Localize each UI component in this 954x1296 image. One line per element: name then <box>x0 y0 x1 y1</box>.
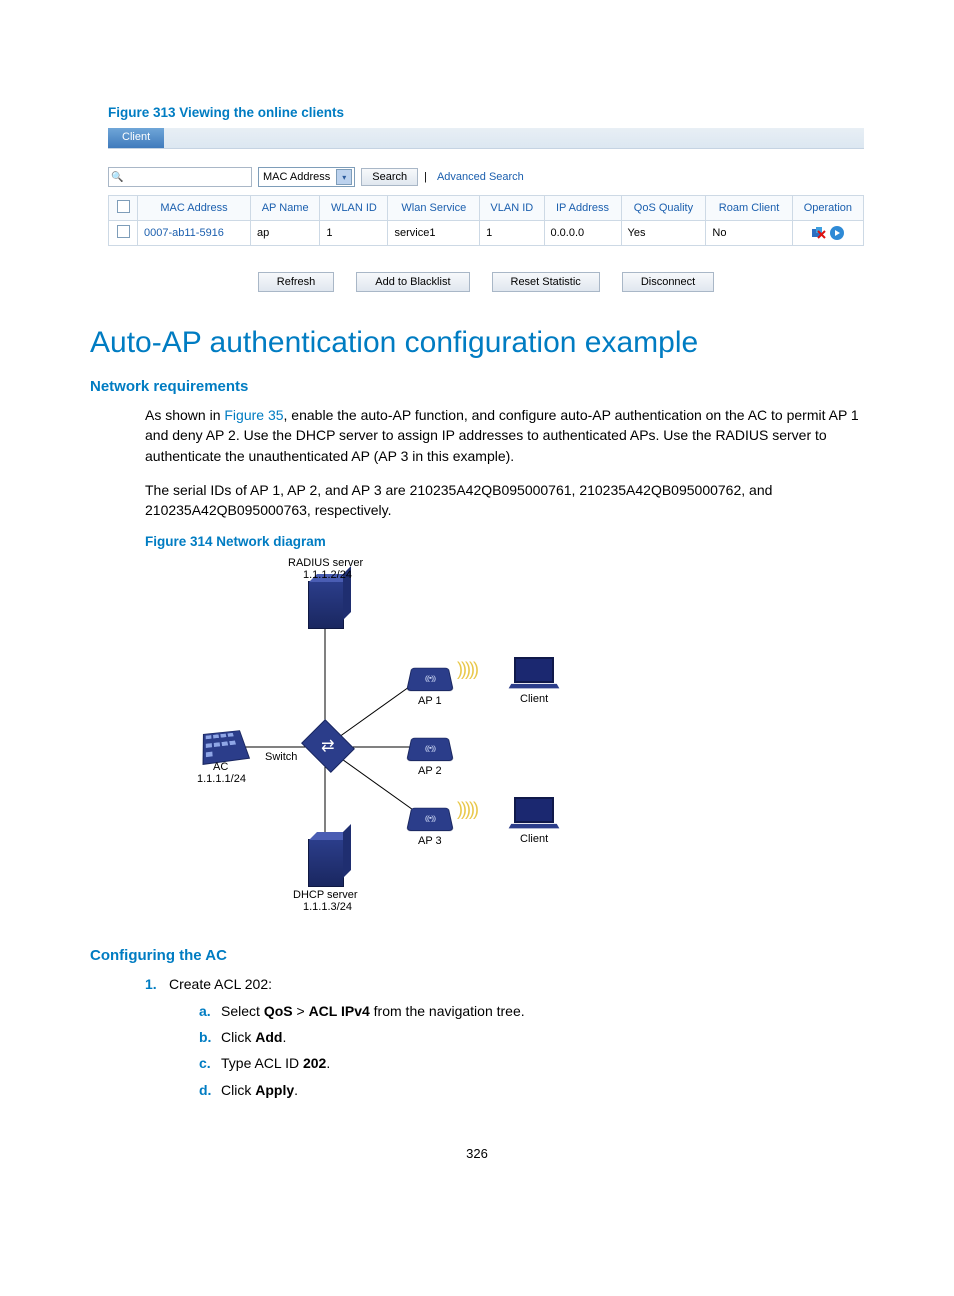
table-header-row: MAC Address AP Name WLAN ID Wlan Service… <box>109 196 864 221</box>
radius-label: RADIUS server <box>288 557 363 569</box>
cell-qos: Yes <box>621 221 706 246</box>
dhcp-label: DHCP server <box>293 889 358 901</box>
figure-313-screenshot: Client 🔍 MAC Address ▾ Search | Advanced… <box>108 128 864 292</box>
reset-statistic-button[interactable]: Reset Statistic <box>492 272 600 292</box>
client2-node <box>510 797 558 827</box>
figure-35-link[interactable]: Figure 35 <box>224 407 283 423</box>
refresh-button[interactable]: Refresh <box>258 272 335 292</box>
col-qos[interactable]: QoS Quality <box>621 196 706 221</box>
col-service[interactable]: Wlan Service <box>388 196 480 221</box>
paragraph-1: As shown in Figure 35, enable the auto-A… <box>145 405 864 466</box>
vertical-separator: | <box>424 171 427 183</box>
paragraph-2: The serial IDs of AP 1, AP 2, and AP 3 a… <box>145 480 864 521</box>
col-roam[interactable]: Roam Client <box>706 196 792 221</box>
search-icon: 🔍 <box>111 172 123 183</box>
search-input[interactable]: 🔍 <box>108 167 252 187</box>
step-number: 1. <box>145 974 169 1105</box>
action-buttons: Refresh Add to Blacklist Reset Statistic… <box>108 272 864 292</box>
ap1-node <box>409 663 451 693</box>
client1-label: Client <box>520 693 548 705</box>
ac-node <box>203 727 245 763</box>
delete-icon[interactable] <box>812 227 826 239</box>
client2-label: Client <box>520 833 548 845</box>
client-tab[interactable]: Client <box>108 128 164 148</box>
page-number: 326 <box>90 1146 864 1161</box>
cell-service: service1 <box>388 221 480 246</box>
step-1c: c. Type ACL ID 202. <box>199 1053 525 1073</box>
row-checkbox[interactable] <box>117 225 130 238</box>
search-row: 🔍 MAC Address ▾ Search | Advanced Search <box>108 149 864 195</box>
cell-vlan: 1 <box>480 221 544 246</box>
ap3-label: AP 3 <box>418 835 442 847</box>
ac-label: AC <box>213 761 228 773</box>
step-1: 1. Create ACL 202: a. Select QoS > ACL I… <box>145 974 864 1105</box>
section-heading: Auto-AP authentication configuration exa… <box>90 326 864 360</box>
col-ip[interactable]: IP Address <box>544 196 621 221</box>
col-vlan[interactable]: VLAN ID <box>480 196 544 221</box>
cell-ip: 0.0.0.0 <box>544 221 621 246</box>
search-button[interactable]: Search <box>361 168 418 186</box>
ac-ip-label: 1.1.1.1/24 <box>197 773 246 785</box>
steps-list: 1. Create ACL 202: a. Select QoS > ACL I… <box>145 974 864 1105</box>
wifi-icon: ))))) <box>457 799 477 820</box>
select-label: MAC Address <box>263 171 330 183</box>
figure-314-caption: Figure 314 Network diagram <box>145 534 864 549</box>
disconnect-button[interactable]: Disconnect <box>622 272 714 292</box>
dhcp-server-node <box>308 839 344 887</box>
radius-server-node <box>308 581 344 629</box>
add-blacklist-button[interactable]: Add to Blacklist <box>356 272 469 292</box>
col-apname[interactable]: AP Name <box>250 196 319 221</box>
cell-apname: ap <box>250 221 319 246</box>
switch-node <box>307 729 349 763</box>
dhcp-ip-label: 1.1.1.3/24 <box>303 901 352 913</box>
ap2-node <box>409 733 451 763</box>
cell-operation <box>792 221 863 246</box>
ap3-node <box>409 803 451 833</box>
col-operation[interactable]: Operation <box>792 196 863 221</box>
ap2-label: AP 2 <box>418 765 442 777</box>
figure-313-caption: Figure 313 Viewing the online clients <box>108 105 864 120</box>
network-diagram: RADIUS server 1.1.1.2/24 AC 1.1.1.1/24 S… <box>165 557 595 917</box>
switch-label: Switch <box>265 751 297 763</box>
ui-tabbar: Client <box>108 128 864 149</box>
advanced-search-link[interactable]: Advanced Search <box>437 171 524 183</box>
table-row: 0007-ab11-5916 ap 1 service1 1 0.0.0.0 Y… <box>109 221 864 246</box>
play-icon[interactable] <box>830 226 844 240</box>
select-all-checkbox[interactable] <box>117 200 130 213</box>
chevron-down-icon: ▾ <box>336 169 352 185</box>
step-1a: a. Select QoS > ACL IPv4 from the naviga… <box>199 1001 525 1021</box>
network-requirements-heading: Network requirements <box>90 378 864 395</box>
step-1d: d. Click Apply. <box>199 1080 525 1100</box>
client1-node <box>510 657 558 687</box>
configuring-ac-heading: Configuring the AC <box>90 947 864 964</box>
wifi-icon: ))))) <box>457 659 477 680</box>
mac-link[interactable]: 0007-ab11-5916 <box>144 227 224 239</box>
col-wlanid[interactable]: WLAN ID <box>320 196 388 221</box>
ap1-label: AP 1 <box>418 695 442 707</box>
step-1b: b. Click Add. <box>199 1027 525 1047</box>
search-field-select[interactable]: MAC Address ▾ <box>258 167 355 187</box>
cell-roam: No <box>706 221 792 246</box>
cell-wlanid: 1 <box>320 221 388 246</box>
col-mac[interactable]: MAC Address <box>138 196 251 221</box>
radius-ip-label: 1.1.1.2/24 <box>303 569 352 581</box>
clients-table: MAC Address AP Name WLAN ID Wlan Service… <box>108 195 864 246</box>
